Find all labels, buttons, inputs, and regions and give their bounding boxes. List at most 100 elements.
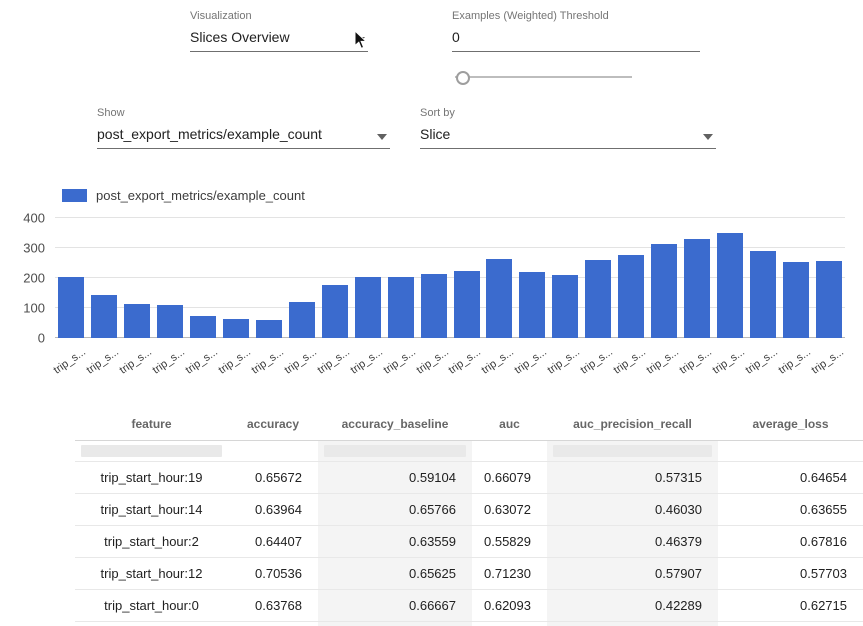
x-axis-label-slot: trip_s... xyxy=(713,341,746,387)
metric-cell: 0.57703 xyxy=(718,558,863,590)
bar-slot xyxy=(55,218,88,338)
feature-cell: trip_start_hour:23 xyxy=(75,622,228,626)
threshold-input[interactable]: 0 xyxy=(452,29,700,52)
bar[interactable] xyxy=(190,316,216,339)
bar[interactable] xyxy=(421,274,447,338)
chart-legend: post_export_metrics/example_count xyxy=(62,188,305,203)
filter-input[interactable] xyxy=(324,445,466,457)
column-header-feature[interactable]: feature xyxy=(75,408,228,441)
filter-input[interactable] xyxy=(81,445,222,457)
bar[interactable] xyxy=(454,271,480,338)
bar[interactable] xyxy=(519,272,545,338)
bar[interactable] xyxy=(783,262,809,338)
visualization-select[interactable]: Slices Overview xyxy=(190,29,368,52)
bar[interactable] xyxy=(256,320,282,338)
bar[interactable] xyxy=(684,239,710,338)
bar[interactable] xyxy=(552,275,578,338)
sort-by-control: Sort by Slice xyxy=(420,107,716,149)
bar-slot xyxy=(285,218,318,338)
column-header-auc_precision_recall[interactable]: auc_precision_recall xyxy=(547,408,718,441)
x-axis-label-slot: trip_s... xyxy=(351,341,384,387)
bar-slot xyxy=(187,218,220,338)
bar[interactable] xyxy=(289,302,315,338)
filter-input[interactable] xyxy=(553,445,712,457)
bar[interactable] xyxy=(816,261,842,338)
slider-track[interactable] xyxy=(455,76,632,78)
bar[interactable] xyxy=(58,277,84,339)
table-header-row: featureaccuracyaccuracy_baselineaucauc_p… xyxy=(75,408,863,441)
bar-slot xyxy=(713,218,746,338)
x-axis-label-slot: trip_s... xyxy=(746,341,779,387)
bar[interactable] xyxy=(618,255,644,338)
metric-cell: 0.66667 xyxy=(318,590,472,622)
bar[interactable] xyxy=(750,251,776,338)
bar[interactable] xyxy=(355,277,381,339)
feature-cell: trip_start_hour:19 xyxy=(75,462,228,494)
x-axis-label: trip_s... xyxy=(677,346,713,377)
bar-slot xyxy=(615,218,648,338)
table-row[interactable]: trip_start_hour:120.705360.656250.712300… xyxy=(75,558,863,590)
column-header-accuracy_baseline[interactable]: accuracy_baseline xyxy=(318,408,472,441)
threshold-control: Examples (Weighted) Threshold 0 xyxy=(452,10,700,52)
filter-cell xyxy=(228,441,318,462)
metric-cell: 0.55829 xyxy=(472,526,547,558)
table-row[interactable]: trip_start_hour:00.637680.666670.620930.… xyxy=(75,590,863,622)
feature-cell: trip_start_hour:14 xyxy=(75,494,228,526)
y-axis-tick: 100 xyxy=(5,302,45,315)
show-label: Show xyxy=(97,107,390,119)
bar-slot xyxy=(483,218,516,338)
bar[interactable] xyxy=(717,233,743,338)
bar-slot xyxy=(450,218,483,338)
metric-cell: 0.44173 xyxy=(547,622,718,626)
x-axis-label: trip_s... xyxy=(546,346,582,377)
x-axis-label: trip_s... xyxy=(348,346,384,377)
column-header-auc[interactable]: auc xyxy=(472,408,547,441)
visualization-label: Visualization xyxy=(190,10,368,22)
x-axis-label: trip_s... xyxy=(52,346,88,377)
legend-label: post_export_metrics/example_count xyxy=(96,188,305,203)
bar[interactable] xyxy=(124,304,150,338)
bar-slot xyxy=(549,218,582,338)
x-axis-label-slot: trip_s... xyxy=(812,341,845,387)
sort-by-select[interactable]: Slice xyxy=(420,126,716,149)
x-axis-label: trip_s... xyxy=(579,346,615,377)
bar[interactable] xyxy=(322,285,348,338)
bar-slot xyxy=(681,218,714,338)
bar[interactable] xyxy=(388,277,414,338)
bar[interactable] xyxy=(486,259,512,339)
bar-slot xyxy=(220,218,253,338)
slider-thumb[interactable] xyxy=(456,71,470,85)
threshold-slider[interactable] xyxy=(455,69,632,84)
bar-slot xyxy=(121,218,154,338)
x-axis-label: trip_s... xyxy=(315,346,351,377)
metric-cell: 0.46030 xyxy=(547,494,718,526)
bar[interactable] xyxy=(585,260,611,338)
dropdown-caret-icon[interactable] xyxy=(377,134,387,140)
metric-cell: 0.62715 xyxy=(718,590,863,622)
metric-cell: 0.63072 xyxy=(472,494,547,526)
dropdown-caret-icon[interactable] xyxy=(703,134,713,140)
column-header-accuracy[interactable]: accuracy xyxy=(228,408,318,441)
x-axis-label: trip_s... xyxy=(282,346,318,377)
show-select[interactable]: post_export_metrics/example_count xyxy=(97,126,390,149)
table-row[interactable]: trip_start_hour:140.639640.657660.630720… xyxy=(75,494,863,526)
bar-slot xyxy=(516,218,549,338)
column-header-average_loss[interactable]: average_loss xyxy=(718,408,863,441)
bar-slot xyxy=(154,218,187,338)
metric-cell: 0.62093 xyxy=(472,590,547,622)
bar[interactable] xyxy=(223,319,249,339)
sort-by-selected-value: Slice xyxy=(420,126,450,142)
bar-slot xyxy=(779,218,812,338)
bar[interactable] xyxy=(91,295,117,338)
x-axis-label: trip_s... xyxy=(414,346,450,377)
show-selected-value: post_export_metrics/example_count xyxy=(97,126,322,142)
metric-cell: 0.66079 xyxy=(472,462,547,494)
x-axis-label: trip_s... xyxy=(85,346,121,377)
metric-cell: 0.63655 xyxy=(718,494,863,526)
table-row[interactable]: trip_start_hour:20.644070.635590.558290.… xyxy=(75,526,863,558)
table-row[interactable]: trip_start_hour:190.656720.591040.660790… xyxy=(75,462,863,494)
table-row[interactable]: trip_start_hour:230.660160.648440.583370… xyxy=(75,622,863,626)
x-axis-label: trip_s... xyxy=(118,346,154,377)
bar[interactable] xyxy=(157,305,183,338)
bar[interactable] xyxy=(651,244,677,338)
